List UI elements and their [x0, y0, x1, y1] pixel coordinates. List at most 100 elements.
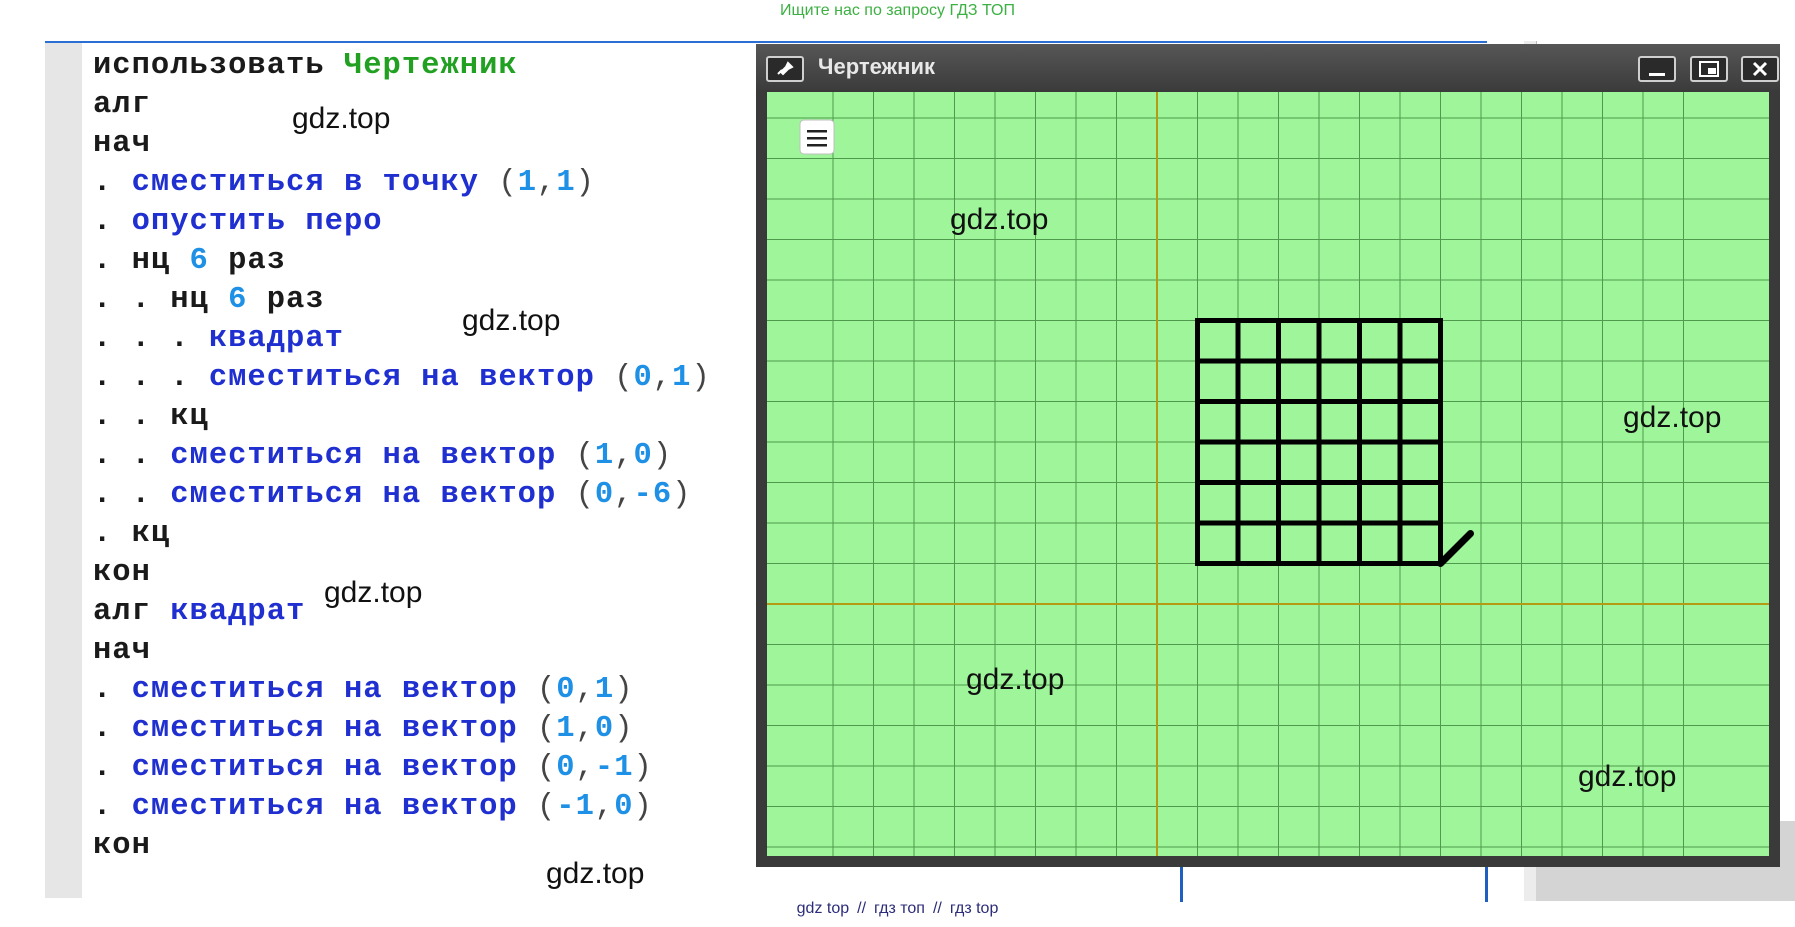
code-token: 1: [672, 361, 692, 395]
code-line[interactable]: нач: [93, 125, 711, 164]
code-token: 1: [594, 673, 615, 707]
code-token: -1: [594, 751, 634, 785]
watermark: gdz.top: [1623, 401, 1722, 434]
code-line[interactable]: . сместиться в точку (1,1): [93, 164, 711, 203]
window-titlebar[interactable]: Чертежник: [756, 44, 1780, 90]
code-token: опустить перо: [131, 205, 383, 239]
code-token: ): [652, 439, 673, 473]
code-token: кон: [93, 829, 151, 863]
code-token: 1: [556, 712, 576, 746]
code-line[interactable]: . . кц: [93, 398, 711, 437]
code-token: сместиться в точку: [131, 166, 499, 200]
code-line[interactable]: . . . квадрат: [93, 320, 711, 359]
code-token: сместиться на вектор: [131, 790, 537, 824]
code-line[interactable]: . кц: [93, 515, 711, 554]
code-token: сместиться на вектор: [170, 478, 576, 512]
code-token: 0: [633, 439, 653, 473]
code-token: (: [498, 166, 518, 200]
code-line[interactable]: . сместиться на вектор (0,-1): [93, 749, 711, 788]
code-token: 1: [556, 166, 576, 200]
code-line[interactable]: алг: [93, 86, 711, 125]
window-title: Чертежник: [818, 54, 935, 79]
code-token: сместиться на вектор: [170, 439, 576, 473]
code-line[interactable]: . сместиться на вектор (1,0): [93, 710, 711, 749]
code-token: сместиться на вектор: [131, 712, 537, 746]
code-token: кон: [93, 556, 151, 590]
code-line[interactable]: нач: [93, 632, 711, 671]
code-token: ): [575, 166, 595, 200]
watermark: gdz.top: [1578, 760, 1677, 793]
code-token: нач: [93, 634, 151, 668]
code-token: 1: [594, 439, 615, 473]
code-token: 0: [614, 790, 634, 824]
code-line[interactable]: . сместиться на вектор (0,1): [93, 671, 711, 710]
code-token: .: [93, 751, 132, 785]
top-banner: Ищите нас по запросу ГДЗ ТОП: [780, 2, 1015, 19]
code-token: ,: [594, 790, 615, 824]
code-line[interactable]: . . сместиться на вектор (0,-6): [93, 476, 711, 515]
code-token: . . кц: [93, 400, 209, 434]
code-token: алг: [93, 88, 151, 122]
code-token: ): [691, 361, 711, 395]
code-token: . . .: [93, 361, 209, 395]
restore-icon[interactable]: [1690, 56, 1728, 82]
code-token: .: [93, 673, 132, 707]
code-token: 0: [633, 361, 653, 395]
code-token: ): [633, 790, 653, 824]
editor-top-border: [45, 41, 1487, 43]
bottom-banner-part: гдз top: [949, 900, 999, 917]
code-token: сместиться на вектор: [131, 751, 537, 785]
code-token: сместиться на вектор: [131, 673, 537, 707]
code-token: . .: [93, 439, 171, 473]
code-token: .: [93, 790, 132, 824]
code-token: ,: [575, 673, 595, 707]
bottom-banner: gdz top // гдз топ // гдз top: [0, 900, 1795, 918]
code-line[interactable]: . . . сместиться на вектор (0,1): [93, 359, 711, 398]
code-line[interactable]: . нц 6 раз: [93, 242, 711, 281]
code-token: ): [633, 751, 653, 785]
drawing-canvas[interactable]: [767, 92, 1769, 856]
watermark: gdz.top: [462, 304, 561, 337]
drawing-field: [767, 92, 1769, 856]
watermark: gdz.top: [292, 102, 391, 135]
code-line[interactable]: . опустить перо: [93, 203, 711, 242]
code-token: квадрат: [208, 322, 344, 356]
code-token: (: [575, 478, 595, 512]
code-token: сместиться на вектор: [208, 361, 615, 395]
bottom-banner-part: //: [857, 900, 867, 917]
menu-icon: [807, 144, 827, 147]
code-token: ,: [575, 751, 595, 785]
code-token: использовать: [93, 49, 344, 83]
code-token: раз: [247, 283, 325, 317]
code-token: квадрат: [170, 595, 306, 629]
menu-icon: [807, 137, 827, 140]
watermark: gdz.top: [950, 203, 1049, 236]
code-token: -6: [633, 478, 673, 512]
code-token: (: [536, 751, 557, 785]
drawer-window: Чертежник: [756, 44, 1780, 867]
code-editor[interactable]: использовать Чертежник алг нач. сместиться…: [93, 47, 711, 866]
code-line[interactable]: . сместиться на вектор (-1,0): [93, 788, 711, 827]
code-token: алг: [93, 595, 171, 629]
code-token: . нц: [93, 244, 190, 278]
watermark: gdz.top: [546, 857, 645, 890]
code-token: . .: [93, 478, 171, 512]
code-token: 0: [556, 673, 576, 707]
code-token: 0: [594, 478, 615, 512]
code-token: 1: [517, 166, 537, 200]
bottom-banner-part: гдз топ: [874, 900, 925, 917]
code-line[interactable]: использовать Чертежник: [93, 47, 711, 86]
pin-icon[interactable]: [766, 56, 804, 82]
code-token: ): [672, 478, 692, 512]
code-token: 6: [189, 244, 209, 278]
code-token: 0: [594, 712, 615, 746]
code-line[interactable]: . . сместиться на вектор (1,0): [93, 437, 711, 476]
minimize-icon[interactable]: [1638, 56, 1676, 82]
bottom-banner-part: //: [932, 900, 942, 917]
code-line[interactable]: . . нц 6 раз: [93, 281, 711, 320]
code-token: 6: [228, 283, 248, 317]
editor-gutter: [45, 43, 82, 898]
close-icon[interactable]: [1741, 56, 1779, 82]
code-token: .: [93, 712, 132, 746]
code-token: 0: [556, 751, 576, 785]
